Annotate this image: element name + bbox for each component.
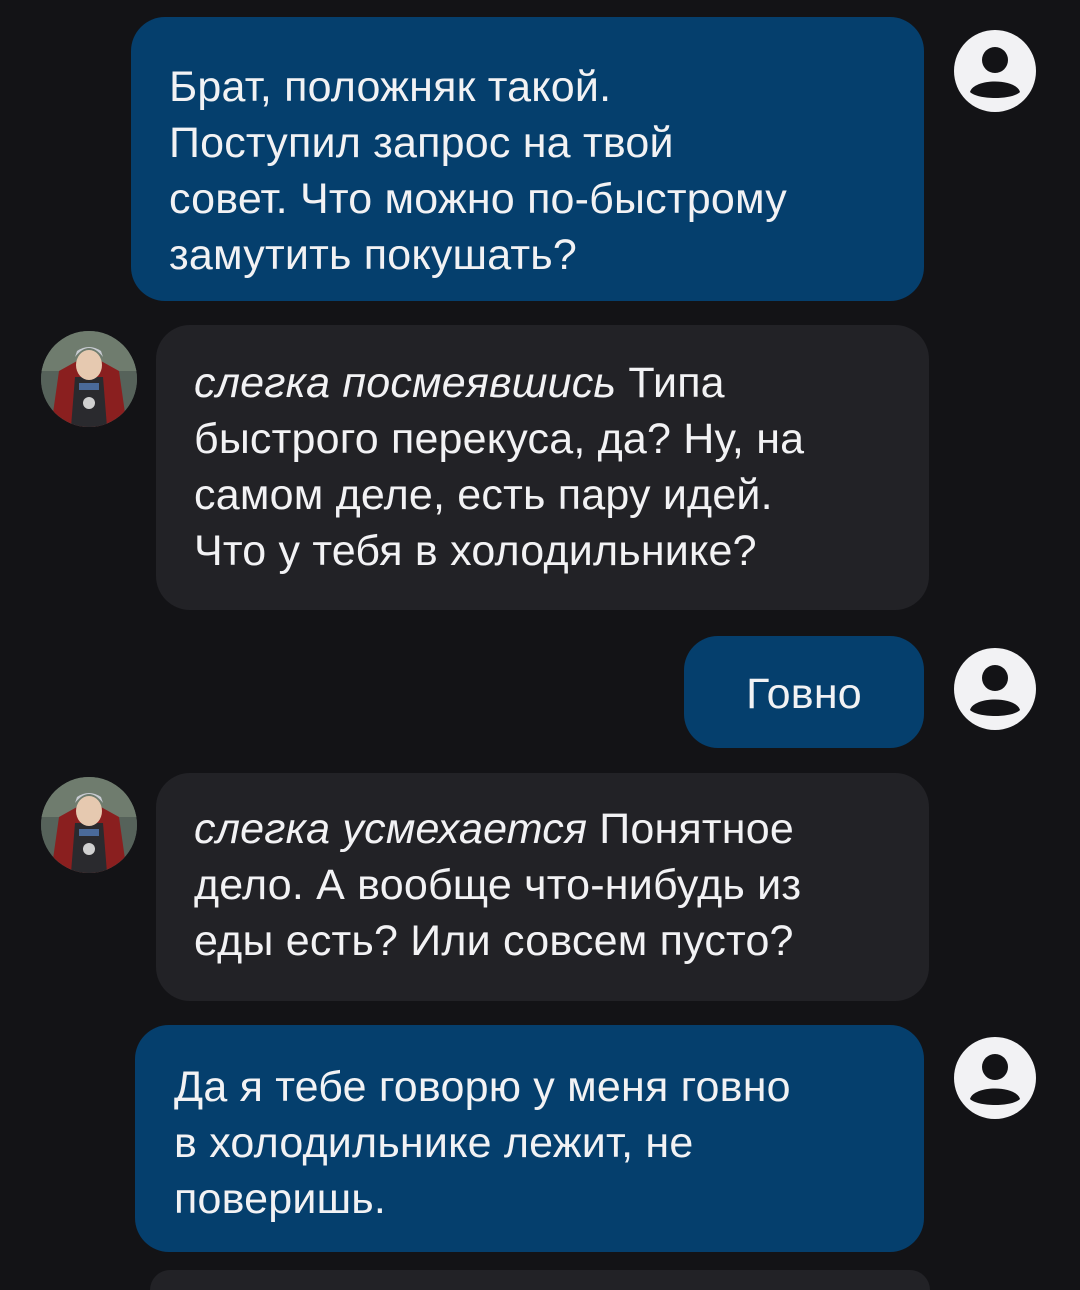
user-avatar-icon[interactable]: [954, 30, 1036, 112]
user-message-bubble[interactable]: Брат, положняк такой. Поступил запрос на…: [131, 17, 924, 301]
message-text-line: совет. Что можно по-быстрому: [169, 175, 787, 223]
message-text-line: слегка посмеявшись Типа: [194, 355, 899, 411]
character-message-bubble[interactable]: слегка посмеявшись Типа быстрого перекус…: [156, 325, 929, 610]
action-text: слегка посмеявшись: [194, 359, 617, 407]
message-text-line: самом деле, есть пару идей.: [194, 471, 773, 519]
character-avatar[interactable]: [41, 331, 137, 427]
message-text-line: еды есть? Или совсем пусто?: [194, 917, 794, 965]
message-text-line: дело. А вообще что-нибудь из: [194, 861, 802, 909]
message-text: Типа: [616, 359, 725, 407]
next-message-edge: [150, 1270, 930, 1290]
user-avatar-icon[interactable]: [954, 1037, 1036, 1119]
message-text-line: Да я тебе говорю у меня говно: [174, 1063, 791, 1111]
message-text-line: Поступил запрос на твой: [169, 119, 674, 167]
message-text-line: замутить покушать?: [169, 231, 578, 279]
character-avatar[interactable]: [41, 777, 137, 873]
message-text-line: быстрого перекуса, да? Ну, на: [194, 415, 805, 463]
character-message-bubble[interactable]: слегка усмехается Понятное дело. А вообщ…: [156, 773, 929, 1001]
message-text-line: Брат, положняк такой.: [169, 63, 612, 111]
user-avatar-icon[interactable]: [954, 648, 1036, 730]
message-text-line: в холодильнике лежит, не: [174, 1119, 694, 1167]
user-message-bubble[interactable]: Говно: [684, 636, 924, 748]
message-text-line: Говно: [746, 670, 862, 718]
message-text-line: поверишь.: [174, 1175, 387, 1223]
user-message-bubble[interactable]: Да я тебе говорю у меня говно в холодиль…: [135, 1025, 924, 1252]
action-text: слегка усмехается: [194, 805, 588, 853]
message-text-line: слегка усмехается Понятное: [194, 801, 899, 857]
message-text-line: Что у тебя в холодильнике?: [194, 527, 757, 575]
message-text: Понятное: [587, 805, 794, 853]
